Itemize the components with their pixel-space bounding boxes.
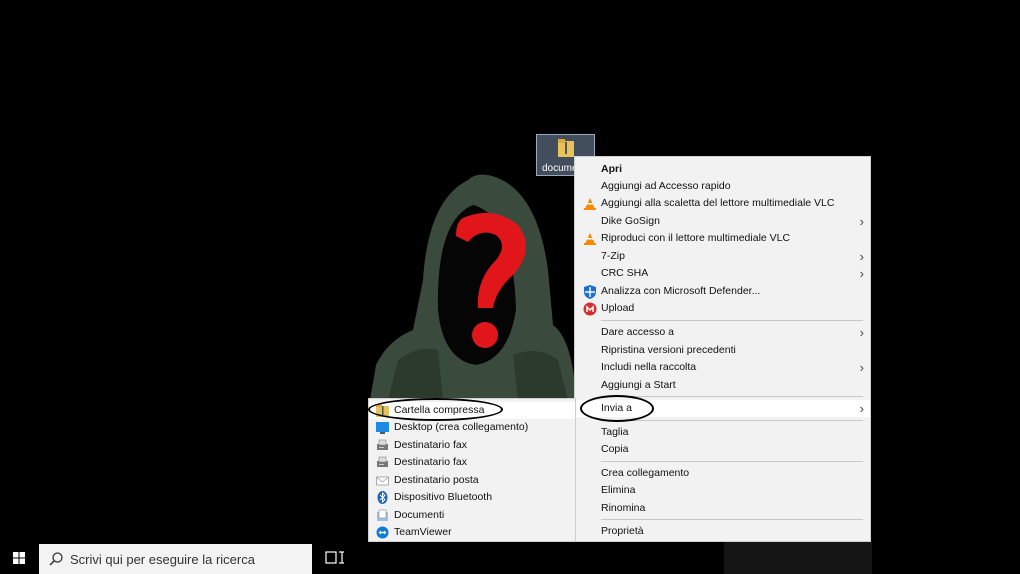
menu-item-open[interactable]: Apri [575, 161, 870, 178]
menu-separator [601, 320, 863, 321]
send-to-submenu: Cartella compressa Desktop (crea collega… [368, 398, 576, 542]
menu-item-crc-sha[interactable]: CRC SHA › [575, 265, 870, 282]
menu-item-defender-scan[interactable]: Analizza con Microsoft Defender... [575, 283, 870, 300]
teamviewer-icon [376, 526, 389, 539]
highlight-ellipse-compressed-folder [368, 398, 503, 421]
fax-icon [377, 456, 388, 467]
documents-folder-icon [377, 509, 388, 521]
menu-item-pin-quick-access[interactable]: Aggiungi ad Accesso rapido [575, 178, 870, 195]
menu-item-give-access[interactable]: Dare accesso a › [575, 324, 870, 341]
menu-separator [601, 396, 863, 397]
menu-item-cut[interactable]: Taglia [575, 424, 870, 441]
menu-item-pin-start[interactable]: Aggiungi a Start [575, 377, 870, 394]
task-view-icon[interactable] [316, 542, 354, 574]
zip-folder-icon [558, 139, 574, 157]
menu-item-create-shortcut[interactable]: Crea collegamento [575, 465, 870, 482]
highlight-ellipse-send-to [580, 395, 654, 422]
desktop-icon [376, 422, 389, 434]
vlc-icon [584, 198, 596, 210]
send-to-fax-1[interactable]: Destinatario fax [369, 437, 575, 454]
menu-item-vlc-add-playlist[interactable]: Aggiungi alla scaletta del lettore multi… [575, 195, 870, 212]
menu-item-restore-versions[interactable]: Ripristina versioni precedenti [575, 342, 870, 359]
menu-item-vlc-play[interactable]: Riproduci con il lettore multimediale VL… [575, 230, 870, 247]
chevron-right-icon: › [859, 266, 864, 281]
send-to-bluetooth[interactable]: Dispositivo Bluetooth [369, 489, 575, 506]
context-menu: Apri Aggiungi ad Accesso rapido Aggiungi… [574, 156, 871, 542]
send-to-teamviewer[interactable]: TeamViewer [369, 524, 575, 541]
upload-icon [583, 302, 597, 316]
menu-item-rename[interactable]: Rinomina [575, 500, 870, 517]
menu-item-copy[interactable]: Copia [575, 441, 870, 458]
desktop-file-label: docume [542, 163, 578, 174]
chevron-right-icon: › [859, 360, 864, 375]
send-to-fax-2[interactable]: Destinatario fax [369, 454, 575, 471]
menu-separator [601, 461, 863, 462]
menu-item-delete[interactable]: Elimina [575, 482, 870, 499]
menu-item-properties[interactable]: Proprietà [575, 523, 870, 540]
search-icon [49, 552, 63, 566]
menu-item-upload[interactable]: Upload [575, 300, 870, 317]
send-to-mail[interactable]: Destinatario posta [369, 472, 575, 489]
taskbar-app-area [724, 542, 872, 574]
mail-envelope-icon [376, 476, 389, 486]
chevron-right-icon: › [859, 325, 864, 340]
bluetooth-icon [377, 491, 388, 504]
send-to-desktop[interactable]: Desktop (crea collegamento) [369, 419, 575, 436]
taskbar: Scrivi qui per eseguire la ricerca [0, 542, 1020, 574]
menu-separator [601, 519, 863, 520]
vlc-icon [584, 233, 596, 245]
menu-item-dike-gosign[interactable]: Dike GoSign › [575, 213, 870, 230]
hooded-figure-question-mark-image [370, 174, 576, 400]
windows-start-icon[interactable] [0, 542, 38, 574]
fax-icon [377, 439, 388, 450]
taskbar-search-box[interactable]: Scrivi qui per eseguire la ricerca [39, 544, 312, 574]
menu-item-7zip[interactable]: 7-Zip › [575, 248, 870, 265]
chevron-right-icon: › [859, 214, 864, 229]
defender-shield-icon [584, 285, 596, 299]
menu-item-include-library[interactable]: Includi nella raccolta › [575, 359, 870, 376]
chevron-right-icon: › [859, 249, 864, 264]
menu-separator [601, 420, 863, 421]
search-placeholder: Scrivi qui per eseguire la ricerca [70, 552, 255, 567]
send-to-documents[interactable]: Documenti [369, 507, 575, 524]
chevron-right-icon: › [859, 401, 864, 416]
